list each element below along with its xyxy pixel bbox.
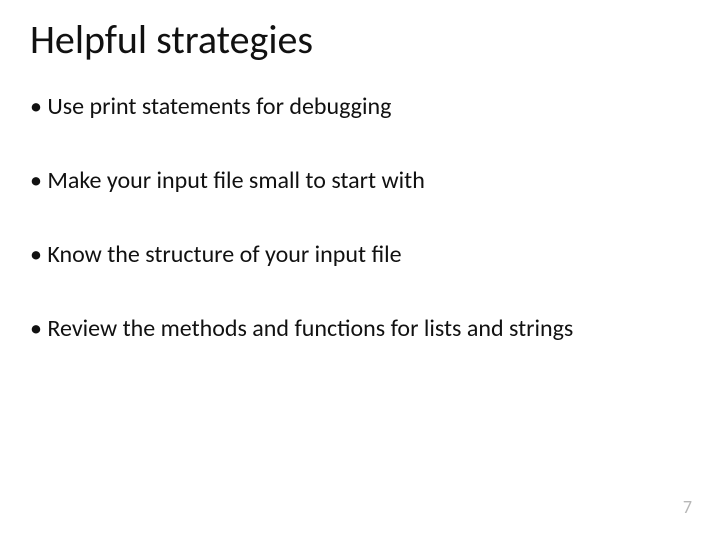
slide-title: Helpful strategies — [30, 18, 690, 62]
list-item: Make your input file small to start with — [30, 166, 690, 196]
list-item: Review the methods and functions for lis… — [30, 314, 690, 344]
list-item: Know the structure of your input file — [30, 240, 690, 270]
bullet-list: Use print statements for debugging Make … — [30, 92, 690, 344]
slide: Helpful strategies Use print statements … — [0, 0, 720, 540]
page-number: 7 — [683, 496, 692, 518]
list-item: Use print statements for debugging — [30, 92, 690, 122]
